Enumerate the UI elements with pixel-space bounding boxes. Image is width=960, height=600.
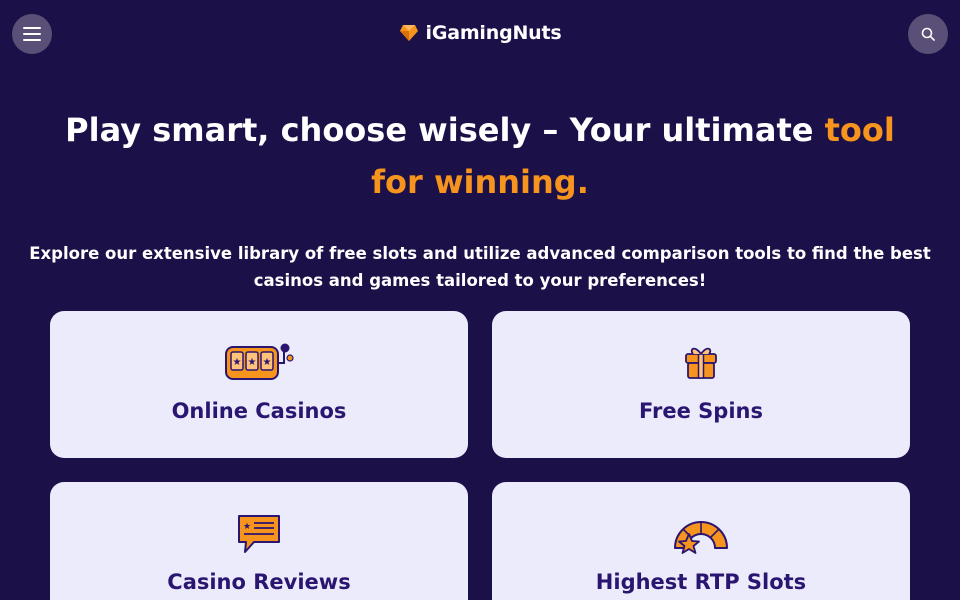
card-casino-reviews[interactable]: ★ Casino Reviews [50,482,468,600]
brand-logo[interactable]: iGamingNuts [0,22,960,44]
slot-machine-icon: ★ ★ ★ [225,343,294,380]
card-label: Casino Reviews [167,570,351,594]
hero-subtitle: Explore our extensive library of free sl… [29,244,931,290]
search-icon [921,27,935,41]
brand-name: iGamingNuts [425,22,562,44]
card-online-casinos[interactable]: ★ ★ ★ Online Casinos [50,311,468,458]
card-label: Free Spins [639,399,763,423]
hero-headline: Play smart, choose wisely – Your ultimat… [40,104,920,208]
svg-text:★: ★ [248,357,257,368]
card-label: Highest RTP Slots [595,570,807,594]
headline-main: Play smart, choose wisely – Your ultimat… [65,111,825,149]
review-chat-icon: ★ [238,515,280,553]
svg-text:★: ★ [233,357,242,368]
svg-text:★: ★ [243,522,251,532]
header: iGamingNuts [0,0,960,70]
heart-gem-icon [399,25,418,41]
gauge-star-icon [674,521,728,554]
gift-icon [685,347,717,379]
card-free-spins[interactable]: Free Spins [492,311,910,458]
card-label: Online Casinos [171,399,347,423]
card-highest-rtp-slots[interactable]: Highest RTP Slots [492,482,910,600]
svg-text:★: ★ [263,357,272,368]
search-button[interactable] [908,14,948,54]
